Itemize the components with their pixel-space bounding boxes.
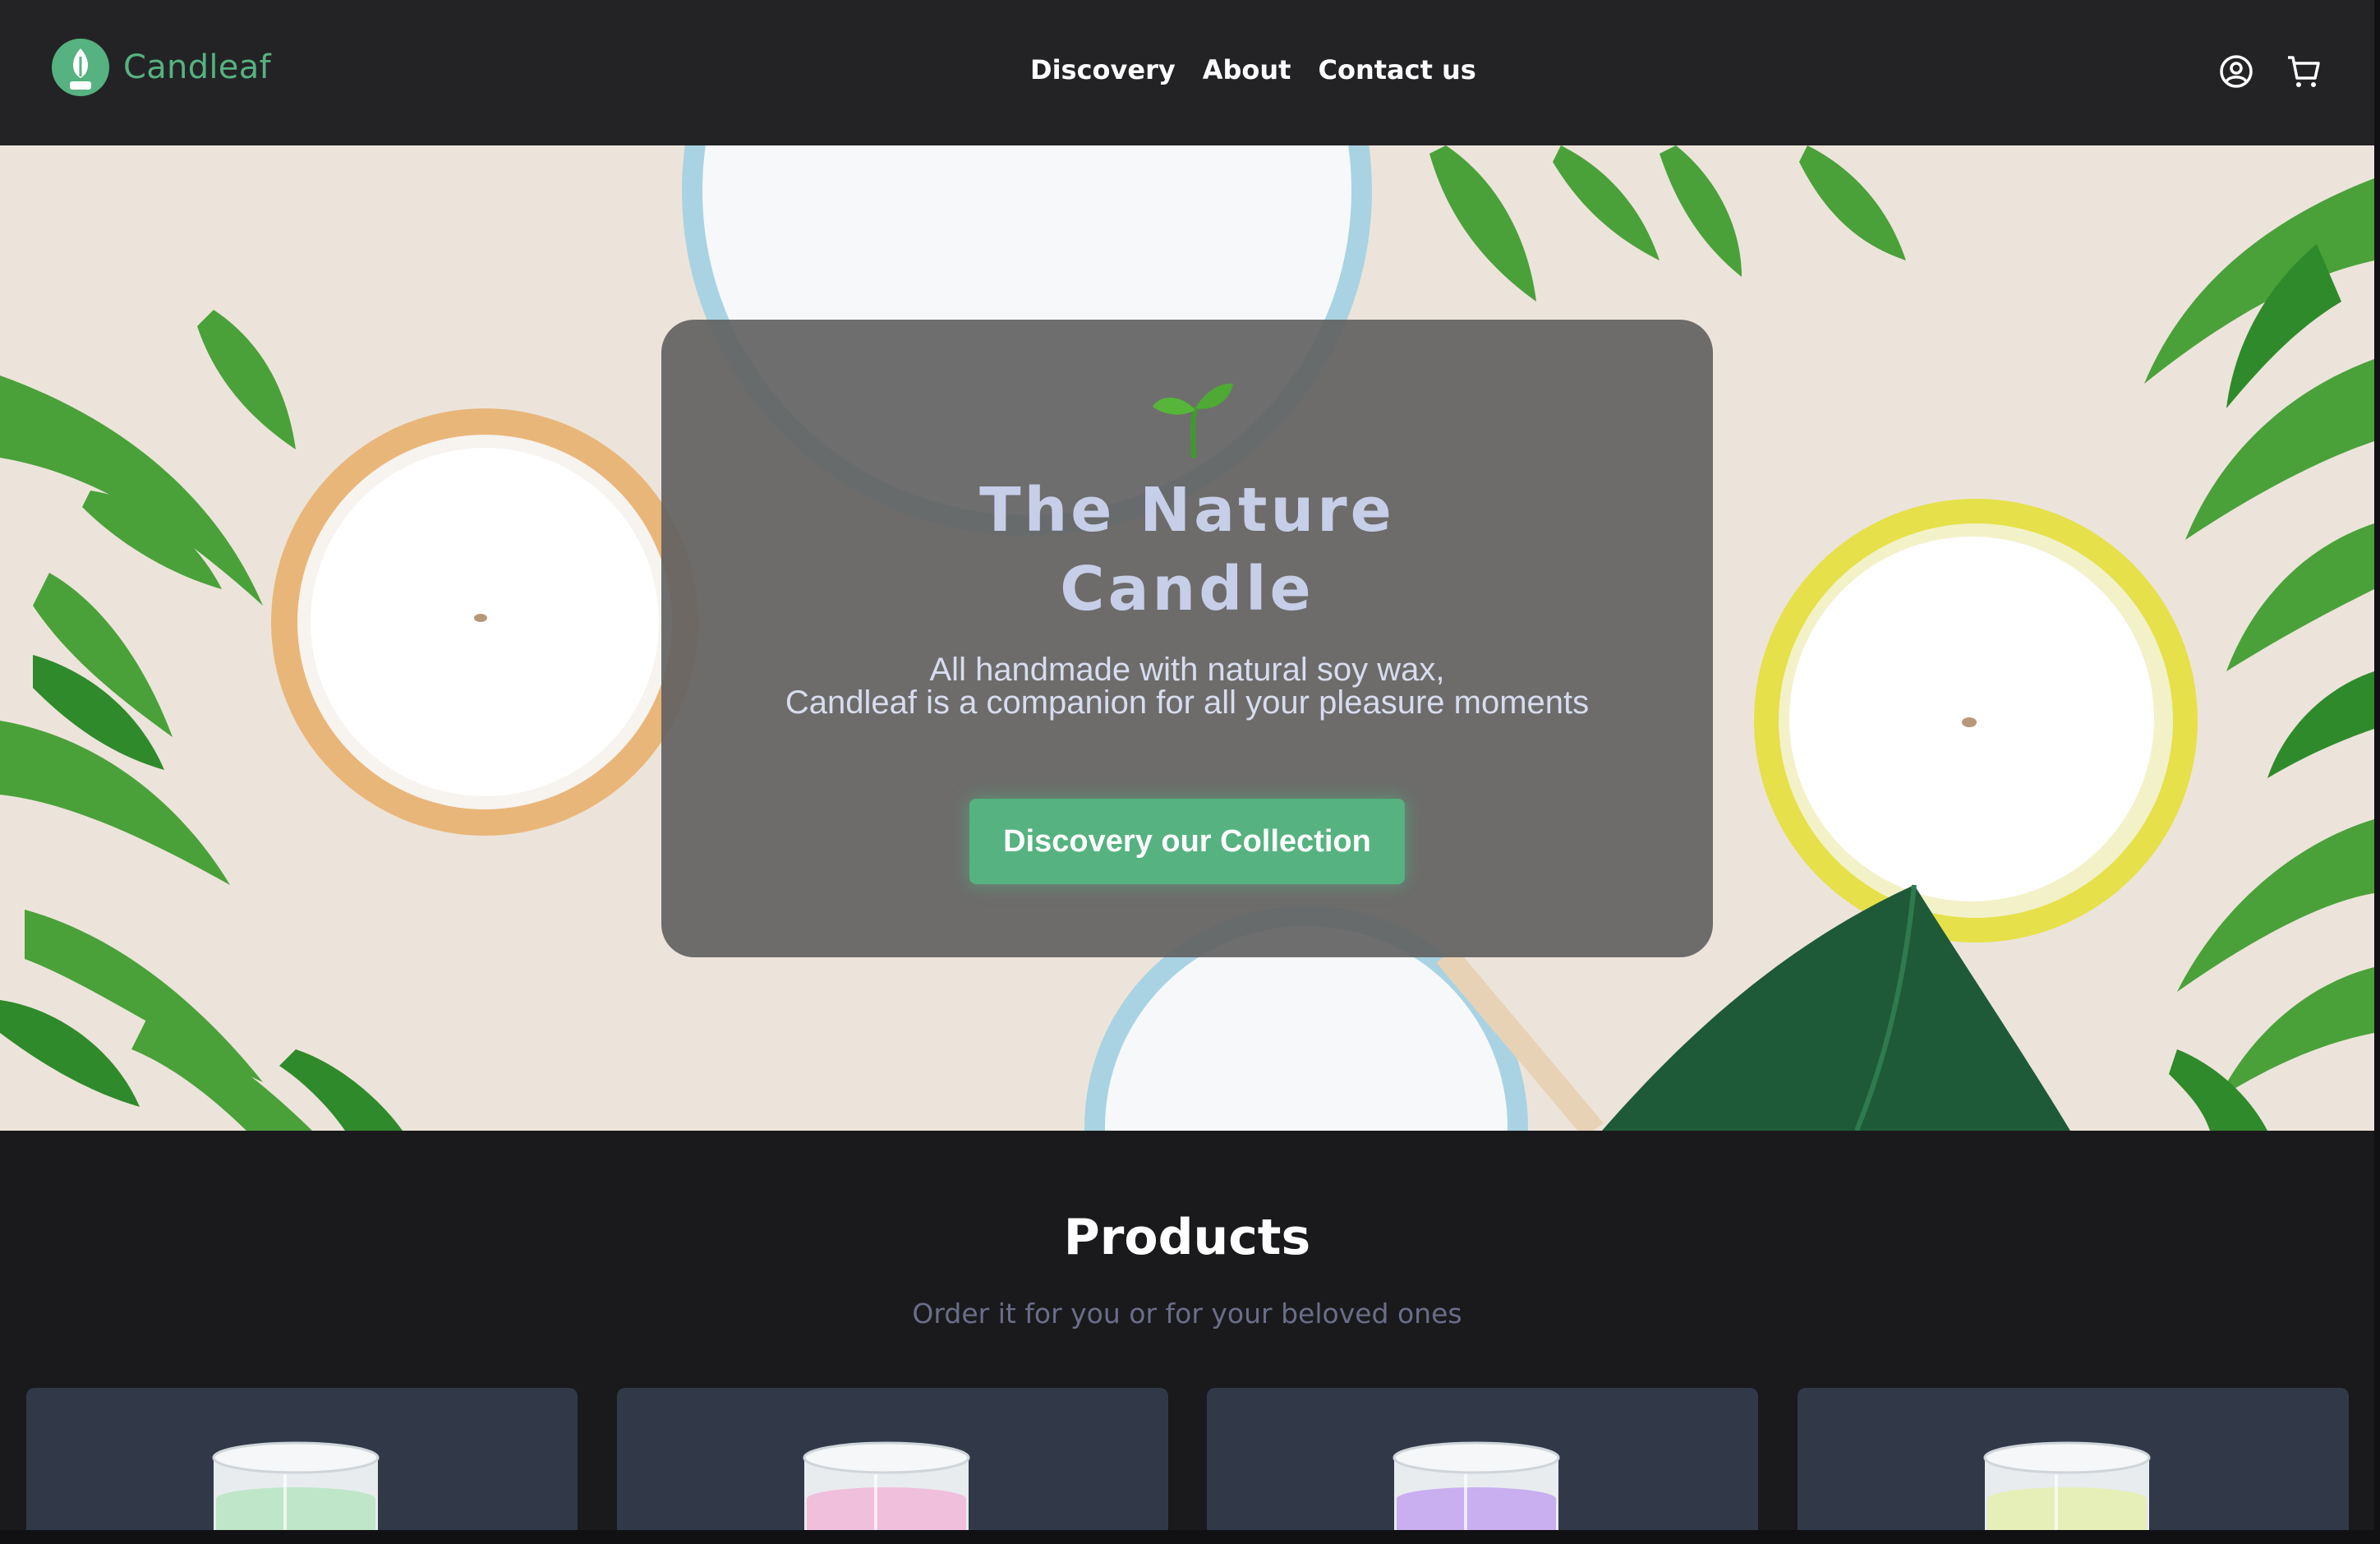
hero-subtitle: All handmade with natural soy wax, Candl… xyxy=(661,653,1713,719)
hero-subtitle-line-1: All handmade with natural soy wax, xyxy=(929,652,1445,688)
site-header: Candleaf Discovery About Contact us xyxy=(0,0,2374,145)
candle-jar-image xyxy=(1393,1441,1560,1544)
discover-collection-button[interactable]: Discovery our Collection xyxy=(969,799,1405,884)
product-card[interactable] xyxy=(617,1388,1168,1544)
hero-title: The Nature Candle xyxy=(661,471,1713,629)
nav-contact[interactable]: Contact us xyxy=(1318,54,1475,85)
leaf-logo-icon xyxy=(52,39,109,96)
header-actions xyxy=(2218,53,2322,90)
sprout-icon xyxy=(1153,383,1233,458)
hero-title-line-1: The Nature xyxy=(979,475,1395,546)
nav-about[interactable]: About xyxy=(1203,54,1291,85)
brand-name: Candleaf xyxy=(123,48,271,86)
hero-title-line-2: Candle xyxy=(1060,554,1314,625)
product-card[interactable] xyxy=(1207,1388,1758,1544)
cart-icon[interactable] xyxy=(2286,53,2322,90)
hero-card: The Nature Candle All handmade with natu… xyxy=(661,320,1713,957)
products-subheading: Order it for you or for your beloved one… xyxy=(912,1297,1462,1330)
product-card[interactable] xyxy=(1798,1388,2349,1544)
hero-banner: The Nature Candle All handmade with natu… xyxy=(0,145,2374,1131)
candle-jar-image xyxy=(803,1441,970,1544)
product-card[interactable] xyxy=(26,1388,578,1544)
brand-logo[interactable]: Candleaf xyxy=(52,39,271,96)
user-icon[interactable] xyxy=(2218,53,2254,90)
hero-subtitle-line-2: Candleaf is a companion for all your ple… xyxy=(785,684,1590,721)
candle-jar-image xyxy=(1983,1441,2151,1544)
candle-jar-image xyxy=(212,1441,380,1544)
main-nav: Discovery About Contact us xyxy=(1030,54,1476,85)
products-heading: Products xyxy=(1063,1209,1311,1266)
nav-discovery[interactable]: Discovery xyxy=(1030,54,1176,85)
app-window: Candleaf Discovery About Contact us The … xyxy=(0,0,2380,1544)
products-section: Products Order it for you or for your be… xyxy=(0,1131,2374,1544)
window-bottom-edge xyxy=(0,1530,2380,1544)
window-right-edge xyxy=(2374,0,2380,1544)
